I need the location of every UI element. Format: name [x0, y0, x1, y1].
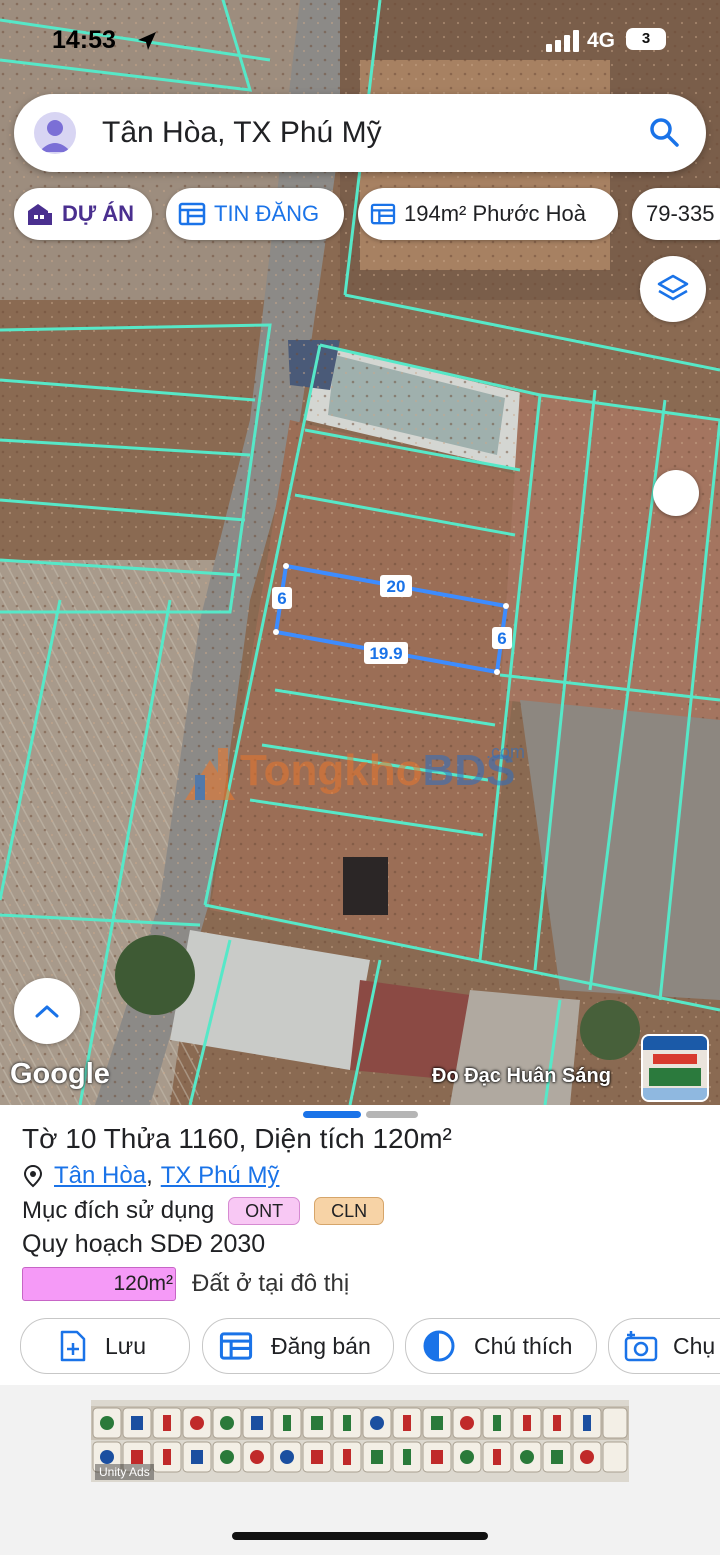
map-drag-handle[interactable] — [653, 470, 699, 516]
location-pin-icon — [23, 1164, 43, 1188]
plan-area-swatch: 120m² — [22, 1267, 176, 1301]
post-sale-button[interactable]: Đăng bán — [202, 1318, 394, 1374]
listing-icon — [178, 202, 206, 226]
google-logo: Google — [10, 1058, 110, 1090]
expand-sheet-button[interactable] — [14, 978, 80, 1044]
watermark-text: TongkhoBDS — [240, 746, 515, 796]
parcel-address: Tân Hòa , TX Phú Mỹ — [22, 1162, 279, 1190]
save-label: Lưu — [105, 1332, 146, 1359]
avatar[interactable] — [34, 112, 76, 154]
parcel-right-length: 6 — [497, 629, 506, 648]
chip-du-an[interactable]: DỰ ÁN — [14, 188, 152, 240]
chip-tin-dang[interactable]: TIN ĐĂNG — [166, 188, 344, 240]
mahjong-tiles-image — [91, 1406, 629, 1473]
building-icon — [26, 201, 54, 227]
battery-level: 3 — [641, 30, 651, 47]
plan-use-label: Đất ở tại đô thị — [192, 1270, 350, 1297]
sheet-page-indicator[interactable] — [366, 1111, 418, 1118]
ward-link[interactable]: Tân Hòa — [54, 1162, 146, 1190]
camera-icon — [623, 1329, 659, 1363]
chevron-up-icon — [35, 1005, 59, 1018]
user-icon — [39, 120, 71, 152]
district-link[interactable]: TX Phú Mỹ — [161, 1162, 280, 1190]
status-bar: 14:53 4G 3 — [0, 0, 720, 80]
chip-label: 79-335 — [646, 201, 715, 226]
search-bar[interactable]: Tân Hòa, TX Phú Mỹ — [14, 94, 706, 172]
capture-label: Chụ — [673, 1332, 716, 1359]
legend-button[interactable]: Chú thích — [405, 1318, 597, 1374]
land-use-purpose: Mục đích sử dụng ONT CLN — [22, 1197, 385, 1225]
purpose-tag-ont[interactable]: ONT — [228, 1197, 301, 1225]
network-type: 4G — [587, 29, 616, 52]
watermark-suffix: .com — [486, 742, 526, 762]
chip-listing-194[interactable]: 194m² Phước Hoà — [358, 188, 618, 240]
add-file-icon — [59, 1330, 87, 1362]
search-icon[interactable] — [648, 116, 680, 148]
chip-label: TIN ĐĂNG — [214, 201, 320, 226]
parcel-left-length: 6 — [277, 589, 286, 608]
parcel-bottom-length: 19.9 — [369, 644, 402, 663]
status-time: 14:53 — [52, 26, 116, 54]
layers-button[interactable] — [640, 256, 706, 322]
sheet-page-indicator-active — [303, 1111, 361, 1118]
listing-icon — [370, 203, 396, 225]
chip-listing-79[interactable]: 79-335 — [632, 188, 720, 240]
layers-icon — [657, 274, 689, 301]
parcel-top-length: 20 — [387, 577, 406, 596]
ad-provider-label: Unity Ads — [95, 1464, 154, 1480]
location-arrow-icon — [138, 32, 156, 50]
battery-icon: 3 — [626, 28, 666, 50]
plan-heading: Quy hoạch SDĐ 2030 — [22, 1230, 266, 1258]
map-credit: Đo Đạc Huân Sáng — [432, 1065, 611, 1087]
search-input[interactable]: Tân Hòa, TX Phú Mỹ — [102, 116, 382, 150]
plan-area-row: 120m² Đất ở tại đô thị — [22, 1267, 349, 1301]
address-separator: , — [146, 1162, 153, 1189]
surveyor-logo-icon — [643, 1036, 707, 1100]
capture-button[interactable]: Chụ — [608, 1318, 720, 1374]
save-button[interactable]: Lưu — [20, 1318, 190, 1374]
signal-icon — [546, 30, 579, 52]
home-indicator[interactable] — [232, 1532, 488, 1540]
watermark-part1: Tongkho — [240, 746, 423, 795]
post-sale-label: Đăng bán — [271, 1332, 371, 1359]
ad-banner[interactable]: Unity Ads — [91, 1400, 629, 1482]
surveyor-thumbnail[interactable] — [641, 1034, 709, 1102]
parcel-title: Tờ 10 Thửa 1160, Diện tích 120m² — [22, 1123, 452, 1154]
legend-icon — [422, 1329, 456, 1363]
legend-label: Chú thích — [474, 1332, 573, 1359]
purpose-tag-cln[interactable]: CLN — [314, 1197, 385, 1225]
listing-icon — [219, 1331, 253, 1361]
chip-label: DỰ ÁN — [62, 201, 135, 226]
purpose-label: Mục đích sử dụng — [22, 1197, 215, 1224]
chip-label: 194m² Phước Hoà — [404, 201, 587, 226]
